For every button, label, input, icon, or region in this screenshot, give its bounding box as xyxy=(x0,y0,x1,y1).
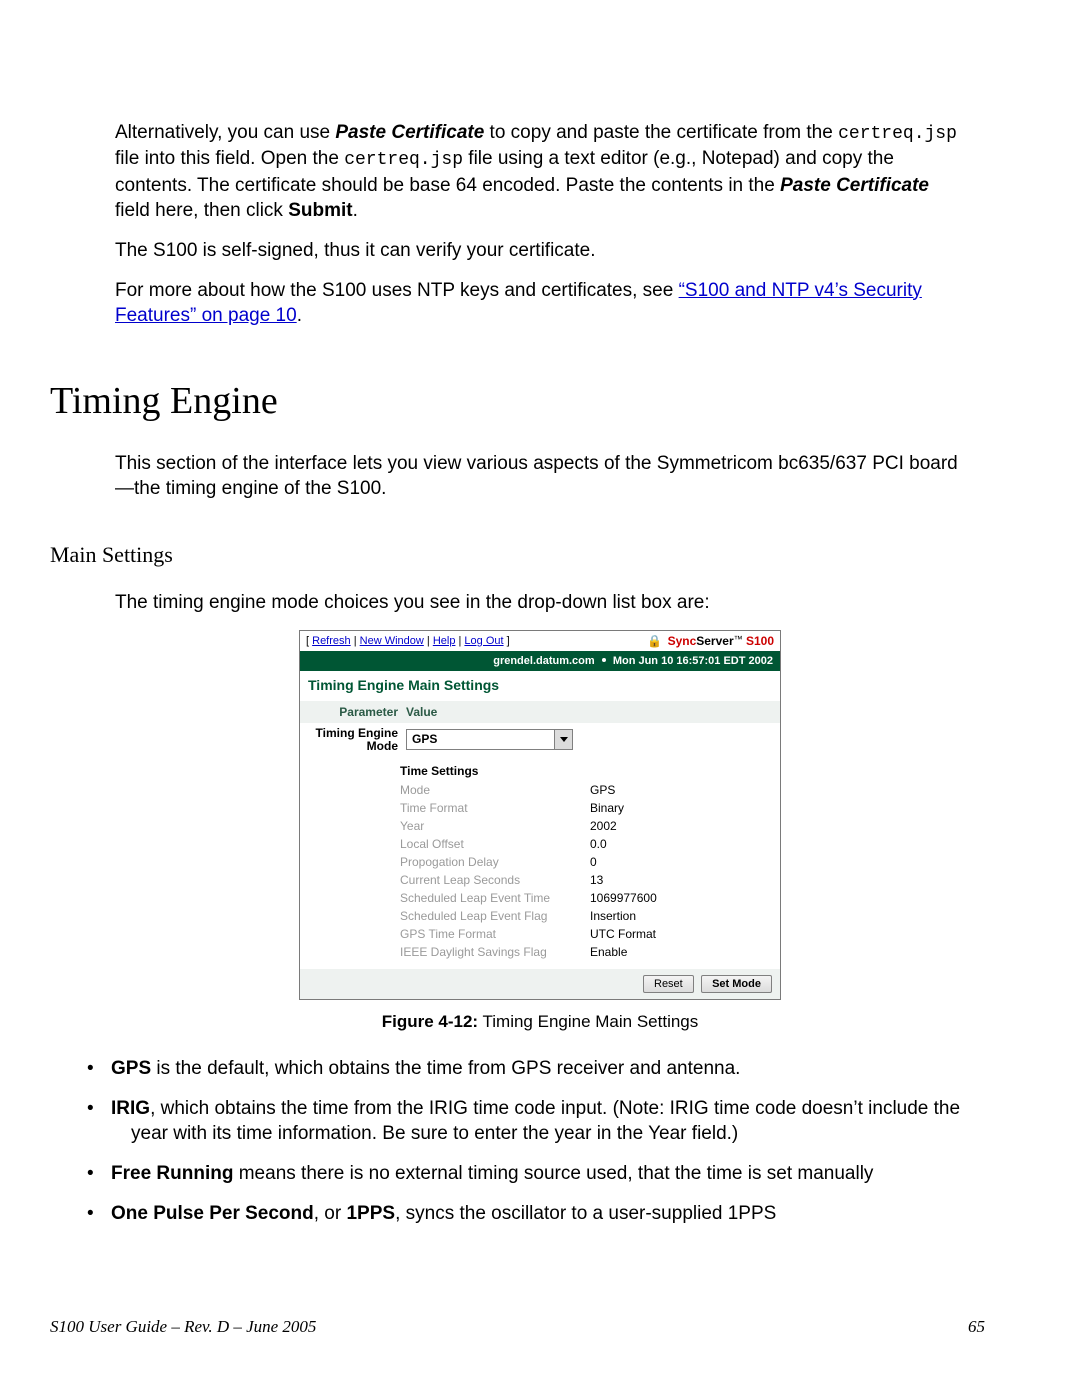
setting-key: Scheduled Leap Event Flag xyxy=(400,909,590,923)
time-settings-table: Time Settings ModeGPSTime FormatBinaryYe… xyxy=(400,757,780,969)
setting-value: Insertion xyxy=(590,909,636,923)
table-row: Current Leap Seconds13 xyxy=(400,871,780,889)
engine-mode-select[interactable]: GPS xyxy=(406,729,573,750)
setting-key: GPS Time Format xyxy=(400,927,590,941)
table-row: Scheduled Leap Event FlagInsertion xyxy=(400,907,780,925)
setting-value: Enable xyxy=(590,945,627,959)
logo-server: Server xyxy=(696,634,733,648)
bullet-list: GPS is the default, which obtains the ti… xyxy=(115,1056,965,1226)
setting-key: Propogation Delay xyxy=(400,855,590,869)
table-row: Time FormatBinary xyxy=(400,799,780,817)
set-mode-button[interactable]: Set Mode xyxy=(701,975,772,993)
setting-key: Year xyxy=(400,819,590,833)
dot-icon xyxy=(602,658,606,662)
figure-text: Timing Engine Main Settings xyxy=(483,1012,699,1031)
link-refresh[interactable]: Refresh xyxy=(312,635,351,647)
intro-para-1: Alternatively, you can use Paste Certifi… xyxy=(115,120,965,224)
page-footer: S100 User Guide – Rev. D – June 2005 65 xyxy=(50,1317,985,1337)
setting-value: GPS xyxy=(590,783,615,797)
figure-caption: Figure 4-12: Timing Engine Main Settings xyxy=(115,1012,965,1032)
subsection-title: Main Settings xyxy=(50,542,965,568)
setting-value: 0.0 xyxy=(590,837,607,851)
footer-left: S100 User Guide – Rev. D – June 2005 xyxy=(50,1317,316,1337)
logo-model: S100 xyxy=(746,634,774,648)
engine-mode-value: GPS xyxy=(407,730,554,749)
table-row: Year2002 xyxy=(400,817,780,835)
header-value: Value xyxy=(406,705,772,719)
list-item: IRIG, which obtains the time from the IR… xyxy=(87,1096,965,1147)
engine-label: Timing Engine Mode xyxy=(308,727,406,753)
status-host: grendel.datum.com xyxy=(493,655,594,667)
link-new-window[interactable]: New Window xyxy=(360,635,424,647)
subsection-intro: The timing engine mode choices you see i… xyxy=(115,590,965,616)
setting-key: IEEE Daylight Savings Flag xyxy=(400,945,590,959)
setting-value: 0 xyxy=(590,855,597,869)
table-row: GPS Time FormatUTC Format xyxy=(400,925,780,943)
section-intro: This section of the interface lets you v… xyxy=(115,451,965,502)
figure-label: Figure 4-12: xyxy=(382,1012,478,1031)
status-bar: grendel.datum.com Mon Jun 10 16:57:01 ED… xyxy=(300,651,780,671)
screenshot-title: Timing Engine Main Settings xyxy=(300,671,780,701)
logo: 🔒 SyncServer™ S100 xyxy=(647,634,774,648)
topbar-links: [ Refresh | New Window | Help | Log Out … xyxy=(306,635,510,647)
list-item: One Pulse Per Second, or 1PPS, syncs the… xyxy=(87,1201,965,1227)
table-row: IEEE Daylight Savings FlagEnable xyxy=(400,943,780,961)
setting-value: 13 xyxy=(590,873,603,887)
logo-sync: Sync xyxy=(668,634,697,648)
list-item: GPS is the default, which obtains the ti… xyxy=(87,1056,965,1082)
chevron-down-icon xyxy=(554,730,572,749)
setting-key: Time Format xyxy=(400,801,590,815)
section-title: Timing Engine xyxy=(50,379,965,423)
link-help[interactable]: Help xyxy=(433,635,456,647)
lock-icon: 🔒 xyxy=(647,634,662,648)
status-time: Mon Jun 10 16:57:01 EDT 2002 xyxy=(613,655,773,667)
screenshot: [ Refresh | New Window | Help | Log Out … xyxy=(299,630,781,1000)
setting-value: 1069977600 xyxy=(590,891,657,905)
table-row: Scheduled Leap Event Time1069977600 xyxy=(400,889,780,907)
intro-para-2: The S100 is self-signed, thus it can ver… xyxy=(115,238,965,264)
link-log-out[interactable]: Log Out xyxy=(464,635,503,647)
table-row: Local Offset0.0 xyxy=(400,835,780,853)
screenshot-footer: Reset Set Mode xyxy=(300,969,780,999)
intro-para-3: For more about how the S100 uses NTP key… xyxy=(115,278,965,329)
reset-button[interactable]: Reset xyxy=(643,975,694,993)
setting-value: UTC Format xyxy=(590,927,656,941)
setting-key: Local Offset xyxy=(400,837,590,851)
time-settings-rows: ModeGPSTime FormatBinaryYear2002Local Of… xyxy=(400,781,780,961)
logo-tm: ™ xyxy=(734,634,743,644)
table-row: ModeGPS xyxy=(400,781,780,799)
setting-key: Current Leap Seconds xyxy=(400,873,590,887)
footer-page-number: 65 xyxy=(968,1317,985,1337)
table-row: Propogation Delay0 xyxy=(400,853,780,871)
header-row: Parameter Value xyxy=(300,701,780,723)
setting-key: Scheduled Leap Event Time xyxy=(400,891,590,905)
time-settings-heading: Time Settings xyxy=(400,761,780,781)
setting-value: 2002 xyxy=(590,819,617,833)
header-param: Parameter xyxy=(308,705,406,719)
setting-key: Mode xyxy=(400,783,590,797)
setting-value: Binary xyxy=(590,801,624,815)
list-item: Free Running means there is no external … xyxy=(87,1161,965,1187)
engine-row: Timing Engine Mode GPS xyxy=(300,723,780,757)
